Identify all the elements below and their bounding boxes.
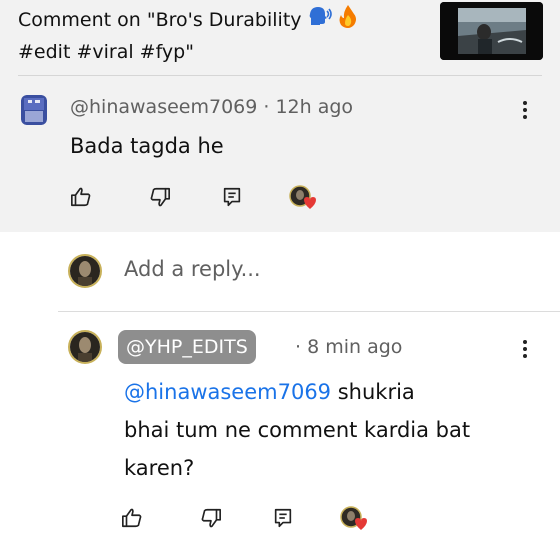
reply-author-chip[interactable]: @YHP_EDITS: [118, 330, 256, 364]
reply-text-line-3: karen?: [124, 456, 195, 480]
creator-heart-icon: [340, 506, 367, 530]
meta-separator: ·: [263, 96, 270, 118]
reply-divider: [58, 311, 560, 312]
comment-time: 12h ago: [275, 96, 354, 118]
thumbs-down-icon: [200, 507, 222, 529]
comment-meta: @hinawaseem7069 · 12h ago: [70, 96, 353, 118]
meta-separator: ·: [295, 336, 302, 358]
dislike-button[interactable]: [200, 507, 222, 529]
parent-comment-panel: Comment on "Bro's Durability #edit #vira…: [0, 0, 560, 232]
speaking-head-icon: [308, 5, 332, 36]
reply-meta: · 8 min ago: [295, 336, 402, 358]
like-button[interactable]: [121, 507, 143, 529]
reply-text-line-2: bhai tum ne comment kardia bat: [124, 418, 471, 442]
comment-text: Bada tagda he: [70, 134, 224, 158]
title-line-1: Comment on "Bro's Durability: [18, 9, 302, 31]
dislike-button[interactable]: [149, 186, 171, 208]
reply-text-line-1: shukria: [337, 380, 415, 404]
reply-author-avatar[interactable]: [68, 330, 102, 364]
thumbs-up-icon: [70, 186, 92, 208]
reply-text: @hinawaseem7069 shukria bhai tum ne comm…: [124, 373, 534, 487]
fire-icon: [338, 4, 358, 37]
reply-icon: [221, 186, 243, 208]
reply-button[interactable]: [272, 507, 294, 529]
add-reply-input[interactable]: Add a reply...: [124, 257, 261, 281]
video-title: Comment on "Bro's Durability #edit #vira…: [18, 4, 428, 67]
like-button[interactable]: [70, 186, 92, 208]
thumbs-up-icon: [121, 507, 143, 529]
header-divider: [18, 75, 542, 76]
reply-time: 8 min ago: [307, 336, 403, 358]
video-thumbnail[interactable]: [440, 2, 543, 60]
thumbs-down-icon: [149, 186, 171, 208]
more-vert-icon[interactable]: [519, 338, 531, 360]
title-line-2: #edit #viral #fyp": [18, 41, 194, 63]
avatar[interactable]: [21, 95, 47, 125]
mention-link[interactable]: @hinawaseem7069: [124, 380, 331, 404]
more-vert-icon[interactable]: [519, 99, 531, 121]
reply-icon: [272, 507, 294, 529]
comment-author[interactable]: @hinawaseem7069: [70, 96, 257, 118]
current-user-avatar: [68, 254, 102, 288]
creator-heart-icon: [289, 185, 316, 209]
reply-button[interactable]: [221, 186, 243, 208]
